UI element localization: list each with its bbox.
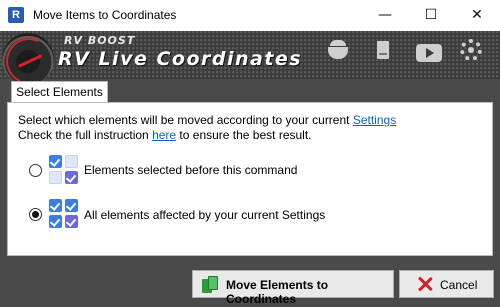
instruction-here-link[interactable]: here — [152, 128, 176, 142]
option-selected-elements-label[interactable]: Elements selected before this command — [84, 163, 297, 177]
maximize-button[interactable]: ☐ — [408, 0, 454, 31]
option-all-elements-radio[interactable] — [29, 208, 42, 221]
brand-subtitle: RV BOOST — [64, 34, 136, 47]
tab-select-elements[interactable]: Select Elements — [11, 81, 108, 103]
instruction-text: Check the full instruction — [18, 128, 153, 142]
instruction-text: Select which elements will be moved acco… — [18, 113, 353, 127]
option-selected-elements-radio[interactable] — [29, 164, 42, 177]
full-selection-icon — [49, 199, 79, 229]
move-elements-button[interactable]: Move Elements to Coordinates — [192, 270, 394, 306]
minimize-button[interactable]: — — [362, 0, 408, 31]
window-title: Move Items to Coordinates — [33, 8, 177, 22]
app-icon: R — [8, 7, 24, 23]
gear-icon[interactable] — [460, 39, 482, 61]
close-button[interactable]: ✕ — [454, 0, 500, 31]
video-play-icon[interactable] — [416, 44, 442, 62]
option-all-elements-label[interactable]: All elements affected by your current Se… — [84, 208, 325, 222]
instruction-text: to ensure the best result. — [176, 128, 312, 142]
settings-link[interactable]: Settings — [353, 113, 396, 127]
dialog-window: R Move Items to Coordinates — ☐ ✕ RV BOO… — [0, 0, 500, 307]
partial-selection-icon — [49, 155, 79, 185]
brand-title: RV Live Coordinates — [58, 48, 303, 70]
book-icon[interactable] — [377, 41, 389, 59]
cancel-label: Cancel — [440, 278, 478, 292]
cancel-button[interactable]: Cancel — [399, 270, 494, 298]
title-bar[interactable]: R Move Items to Coordinates — ☐ ✕ — [0, 0, 500, 31]
move-elements-icon — [202, 276, 218, 293]
move-elements-label: Move Elements to Coordinates — [226, 278, 329, 306]
instruction-line-1: Select which elements will be moved acco… — [18, 113, 396, 127]
speedometer-logo-icon — [0, 31, 59, 91]
close-icon — [417, 276, 433, 292]
chef-pot-icon[interactable] — [330, 40, 346, 46]
instruction-line-2: Check the full instruction here to ensur… — [18, 128, 312, 142]
